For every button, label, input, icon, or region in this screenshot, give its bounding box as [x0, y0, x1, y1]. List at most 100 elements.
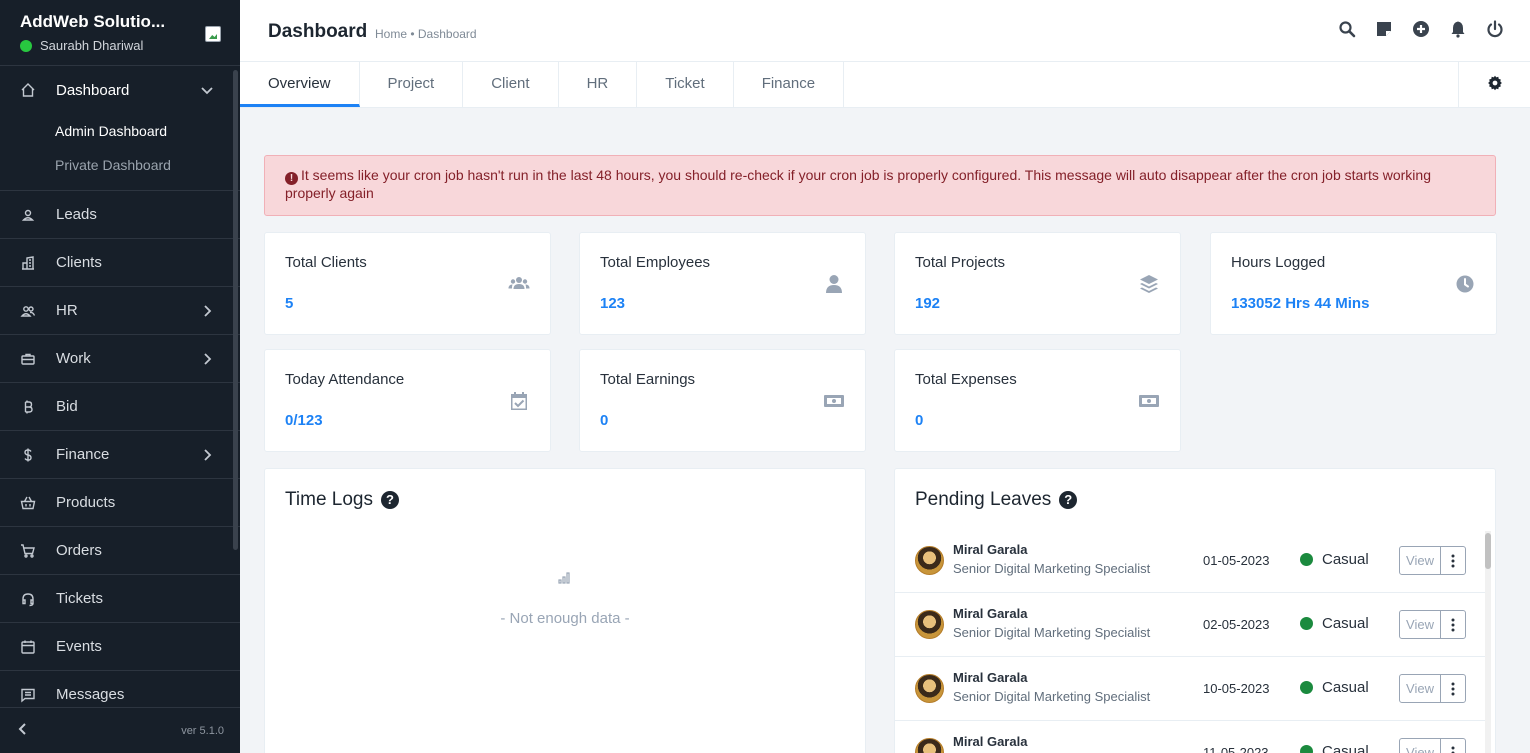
- list-item: Miral Garala Senior Digital Marketing Sp…: [895, 657, 1485, 721]
- sidebar-item-clients[interactable]: Clients: [0, 239, 240, 287]
- leave-type: Casual: [1300, 615, 1369, 632]
- sidebar-item-orders[interactable]: Orders: [0, 527, 240, 575]
- vertical-ellipsis-icon: [1451, 618, 1455, 631]
- leave-type-label: Casual: [1322, 615, 1369, 632]
- view-button[interactable]: View: [1400, 547, 1441, 574]
- calendar-check-icon: [508, 390, 530, 412]
- stat-value[interactable]: 123: [600, 295, 625, 312]
- tab-project[interactable]: Project: [360, 62, 464, 107]
- sidebar-item-label: Orders: [56, 542, 102, 559]
- tab-finance[interactable]: Finance: [734, 62, 845, 107]
- sidebar-item-label: Finance: [56, 446, 110, 463]
- stat-value[interactable]: 0: [915, 412, 923, 429]
- stat-value[interactable]: 133052 Hrs 44 Mins: [1231, 295, 1369, 312]
- vertical-ellipsis-icon: [1451, 682, 1455, 695]
- tab-overview[interactable]: Overview: [240, 62, 360, 107]
- stat-card-total-earnings[interactable]: Total Earnings 0: [579, 349, 866, 452]
- stat-card-total-projects[interactable]: Total Projects 192: [894, 232, 1181, 335]
- add-circle-icon[interactable]: [1412, 20, 1430, 38]
- chevron-right-icon: [200, 304, 214, 318]
- collapse-sidebar-icon[interactable]: [16, 722, 30, 739]
- stat-card-total-employees[interactable]: Total Employees 123: [579, 232, 866, 335]
- leave-date: 11-05-2023: [1203, 745, 1269, 753]
- stat-card-total-clients[interactable]: Total Clients 5: [264, 232, 551, 335]
- stat-card-today-attendance[interactable]: Today Attendance 0/123: [264, 349, 551, 452]
- sidebar-scrollbar[interactable]: [233, 70, 238, 550]
- sidebar-item-tickets[interactable]: Tickets: [0, 575, 240, 623]
- gear-icon: [1487, 75, 1503, 94]
- company-name[interactable]: AddWeb Solutio...: [20, 12, 170, 32]
- more-options-button[interactable]: [1441, 675, 1465, 702]
- view-button[interactable]: View: [1400, 675, 1441, 702]
- sidebar-item-events[interactable]: Events: [0, 623, 240, 671]
- sidebar-item-leads[interactable]: Leads: [0, 191, 240, 239]
- avatar[interactable]: [915, 738, 944, 753]
- leave-date: 01-05-2023: [1203, 553, 1270, 568]
- sidebar-item-products[interactable]: Products: [0, 479, 240, 527]
- stat-card-hours-logged[interactable]: Hours Logged 133052 Hrs 44 Mins: [1210, 232, 1497, 335]
- calendar-icon: [20, 639, 36, 655]
- avatar[interactable]: [915, 674, 944, 703]
- users-icon: [20, 303, 36, 319]
- stat-card-total-expenses[interactable]: Total Expenses 0: [894, 349, 1181, 452]
- question-circle-icon[interactable]: ?: [1059, 491, 1078, 509]
- stat-value[interactable]: 0: [600, 412, 608, 429]
- stat-value[interactable]: 192: [915, 295, 940, 312]
- more-options-button[interactable]: [1441, 739, 1465, 753]
- basket-icon: [20, 495, 36, 511]
- panel-title: Pending Leaves ?: [915, 489, 1078, 511]
- more-options-button[interactable]: [1441, 611, 1465, 638]
- employee-name[interactable]: Miral Garala: [953, 606, 1027, 621]
- dashboard-settings-button[interactable]: [1458, 62, 1530, 107]
- sidebar-item-label: HR: [56, 302, 78, 319]
- stat-title: Today Attendance: [285, 371, 405, 388]
- sidebar-item-messages[interactable]: Messages: [0, 671, 240, 707]
- avatar[interactable]: [915, 546, 944, 575]
- sidebar-item-dashboard[interactable]: Dashboard: [0, 66, 240, 114]
- user-info[interactable]: Saurabh Dhariwal: [20, 38, 220, 53]
- online-status-dot: [20, 39, 32, 52]
- header-actions: [1338, 20, 1504, 38]
- dashboard-tabs: Overview Project Client HR Ticket Financ…: [240, 62, 1530, 108]
- employee-name[interactable]: Miral Garala: [953, 542, 1027, 557]
- bitcoin-icon: [20, 399, 36, 415]
- pending-leaves-panel: Pending Leaves ? Miral Garala Senior Dig…: [894, 468, 1496, 753]
- power-icon[interactable]: [1486, 20, 1504, 38]
- view-button[interactable]: View: [1400, 739, 1441, 753]
- employee-name[interactable]: Miral Garala: [953, 734, 1027, 749]
- more-options-button[interactable]: [1441, 547, 1465, 574]
- stat-value[interactable]: 5: [285, 295, 293, 312]
- tab-hr[interactable]: HR: [559, 62, 638, 107]
- money-bill-icon: [1138, 390, 1160, 412]
- list-item: Miral Garala Senior Digital Marketing Sp…: [895, 529, 1485, 593]
- money-bill-icon: [823, 390, 845, 412]
- tab-client[interactable]: Client: [463, 62, 559, 107]
- sidebar-item-hr[interactable]: HR: [0, 287, 240, 335]
- sticky-note-icon[interactable]: [1375, 20, 1393, 38]
- user-icon: [20, 207, 36, 223]
- sidebar-subitem-admin-dashboard[interactable]: Admin Dashboard: [55, 114, 240, 148]
- leaves-scrollbar[interactable]: [1485, 531, 1491, 753]
- dollar-icon: [20, 447, 36, 463]
- question-circle-icon[interactable]: ?: [381, 491, 399, 509]
- vertical-ellipsis-icon: [1451, 746, 1455, 753]
- avatar[interactable]: [915, 610, 944, 639]
- bell-icon[interactable]: [1449, 20, 1467, 38]
- view-button[interactable]: View: [1400, 611, 1441, 638]
- employee-designation: Senior Digital Marketing Specialist: [953, 625, 1151, 640]
- alert-text: It seems like your cron job hasn't run i…: [285, 167, 1431, 201]
- employee-name[interactable]: Miral Garala: [953, 670, 1027, 685]
- search-icon[interactable]: [1338, 20, 1356, 38]
- stat-value[interactable]: 0/123: [285, 412, 323, 429]
- sidebar-item-label: Events: [56, 638, 102, 655]
- building-icon: [20, 255, 36, 271]
- sidebar-item-label: Messages: [56, 686, 125, 703]
- breadcrumb[interactable]: Home • Dashboard: [375, 27, 477, 41]
- leave-actions: View: [1399, 546, 1466, 575]
- sidebar-item-bid[interactable]: Bid: [0, 383, 240, 431]
- sidebar-item-work[interactable]: Work: [0, 335, 240, 383]
- tab-ticket[interactable]: Ticket: [637, 62, 734, 107]
- sidebar-subitem-private-dashboard[interactable]: Private Dashboard: [55, 148, 240, 182]
- broken-image-icon: [205, 26, 221, 42]
- sidebar-item-finance[interactable]: Finance: [0, 431, 240, 479]
